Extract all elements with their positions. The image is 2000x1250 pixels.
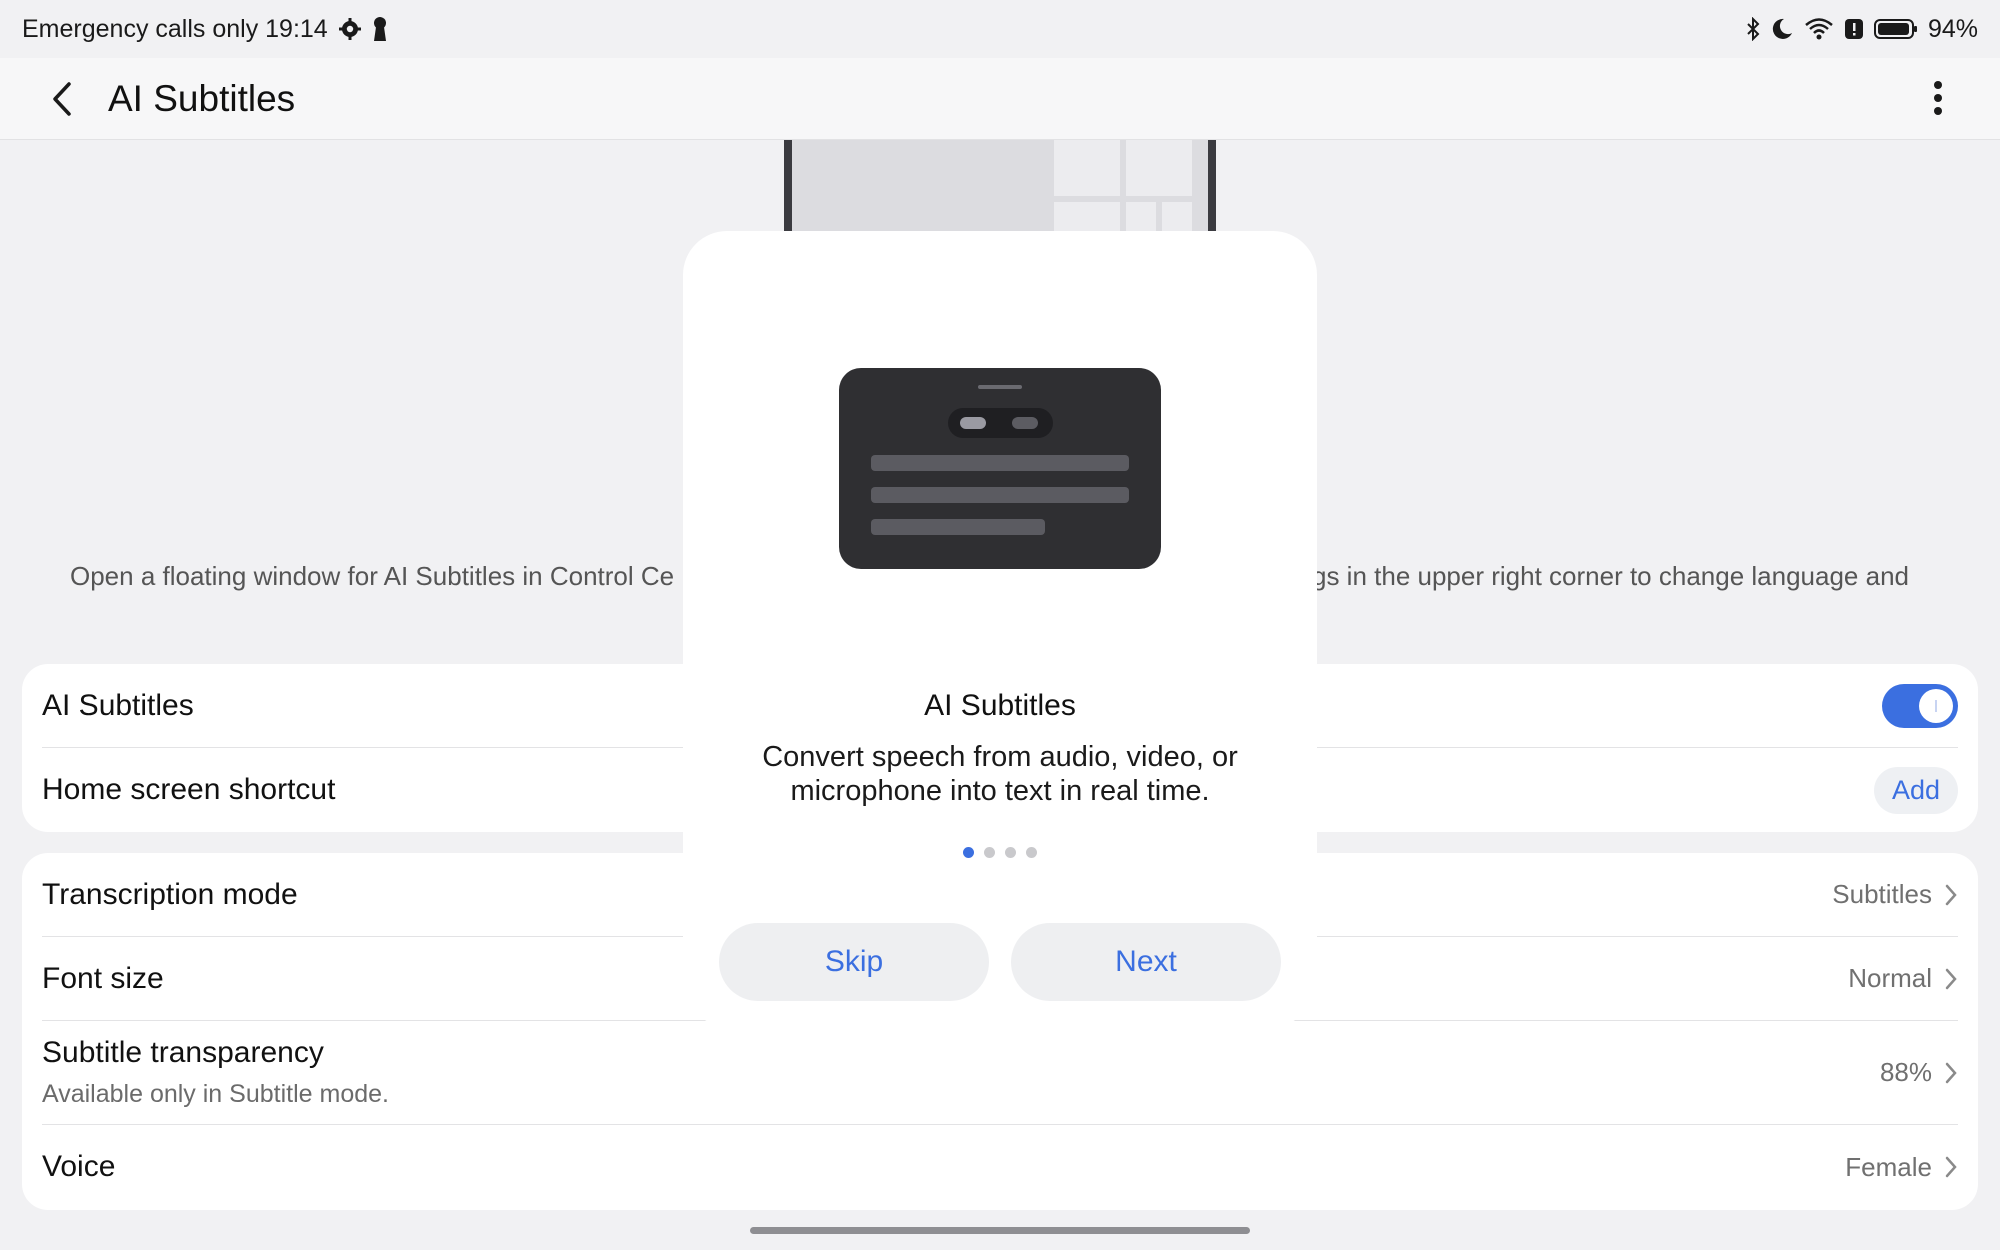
battery-icon bbox=[1873, 17, 1918, 41]
row-value: 88% bbox=[1879, 1057, 1932, 1087]
more-options-button[interactable] bbox=[1916, 76, 1960, 120]
voice-row[interactable]: Voice Female bbox=[42, 1125, 1958, 1209]
page-dot-active bbox=[963, 847, 974, 858]
do-not-disturb-moon-icon bbox=[1770, 17, 1794, 41]
toggle-knob bbox=[1919, 688, 1953, 723]
home-indicator[interactable] bbox=[750, 1227, 1250, 1234]
mode-switch-icon bbox=[948, 408, 1053, 438]
intro-text-left: Open a floating window for AI Subtitles … bbox=[70, 561, 675, 591]
row-value-group: Subtitles bbox=[1832, 879, 1958, 910]
next-button[interactable]: Next bbox=[1011, 923, 1281, 1001]
alert-icon bbox=[1844, 17, 1864, 41]
app-header: AI Subtitles bbox=[0, 58, 2000, 140]
row-value-group: Female bbox=[1845, 1152, 1958, 1183]
subtitle-transparency-row[interactable]: Subtitle transparency Available only in … bbox=[42, 1021, 1958, 1125]
keyhole-icon bbox=[372, 16, 388, 42]
drag-handle-icon bbox=[978, 385, 1022, 389]
chevron-right-icon bbox=[1945, 1156, 1957, 1178]
row-value: Subtitles bbox=[1832, 879, 1932, 909]
row-value-group: Normal bbox=[1848, 963, 1958, 994]
page-dot bbox=[984, 847, 995, 858]
ai-subtitles-toggle[interactable] bbox=[1882, 683, 1958, 728]
intro-text-right: gs in the upper right corner to change l… bbox=[1312, 561, 1909, 591]
row-title: Transcription mode bbox=[42, 877, 298, 911]
page-indicator bbox=[683, 847, 1317, 858]
hero-tile bbox=[1054, 140, 1120, 196]
dialog-title: AI Subtitles bbox=[924, 689, 1076, 722]
row-value: Female bbox=[1845, 1151, 1932, 1182]
more-vertical-icon bbox=[1934, 81, 1942, 115]
status-bar-right: 94% bbox=[1746, 15, 1978, 44]
chevron-right-icon bbox=[1945, 884, 1957, 905]
add-shortcut-button[interactable]: Add bbox=[1873, 766, 1958, 814]
onboarding-dialog: AI Subtitles Convert speech from audio, … bbox=[683, 231, 1317, 1026]
row-text-group: Subtitle transparency Available only in … bbox=[42, 1036, 389, 1109]
page-title: AI Subtitles bbox=[108, 77, 296, 119]
back-button[interactable] bbox=[40, 77, 84, 121]
status-bar: Emergency calls only 19:14 94% bbox=[0, 0, 2000, 58]
status-bar-left: Emergency calls only 19:14 bbox=[22, 15, 388, 44]
row-title: Home screen shortcut bbox=[42, 773, 336, 806]
text-line-graphic bbox=[871, 487, 1129, 503]
row-title: AI Subtitles bbox=[42, 688, 194, 722]
bluetooth-icon bbox=[1746, 17, 1760, 41]
row-value: Normal bbox=[1848, 963, 1932, 993]
text-line-graphic bbox=[871, 455, 1129, 471]
status-text: Emergency calls only 19:14 bbox=[22, 14, 328, 43]
row-subtitle: Available only in Subtitle mode. bbox=[42, 1080, 389, 1108]
text-line-graphic bbox=[871, 519, 1045, 535]
chevron-right-icon bbox=[1945, 968, 1957, 989]
row-title: Font size bbox=[42, 961, 164, 995]
wifi-icon bbox=[1804, 17, 1834, 41]
chevron-left-icon bbox=[53, 81, 71, 116]
floating-window-illustration bbox=[839, 368, 1161, 569]
row-value-group: 88% bbox=[1880, 1057, 1958, 1088]
battery-percent: 94% bbox=[1927, 14, 1978, 43]
hero-tile bbox=[1126, 140, 1192, 196]
skip-button[interactable]: Skip bbox=[719, 923, 989, 1001]
page-dot bbox=[1005, 847, 1016, 858]
settings-gear-icon bbox=[338, 17, 362, 41]
chevron-right-icon bbox=[1945, 1062, 1957, 1083]
dialog-description: Convert speech from audio, video, or mic… bbox=[762, 741, 1238, 807]
illustration-part bbox=[1012, 417, 1038, 429]
illustration-part bbox=[960, 417, 986, 429]
row-title: Voice bbox=[42, 1150, 116, 1183]
row-title: Subtitle transparency bbox=[42, 1036, 324, 1069]
page-dot bbox=[1026, 847, 1037, 858]
